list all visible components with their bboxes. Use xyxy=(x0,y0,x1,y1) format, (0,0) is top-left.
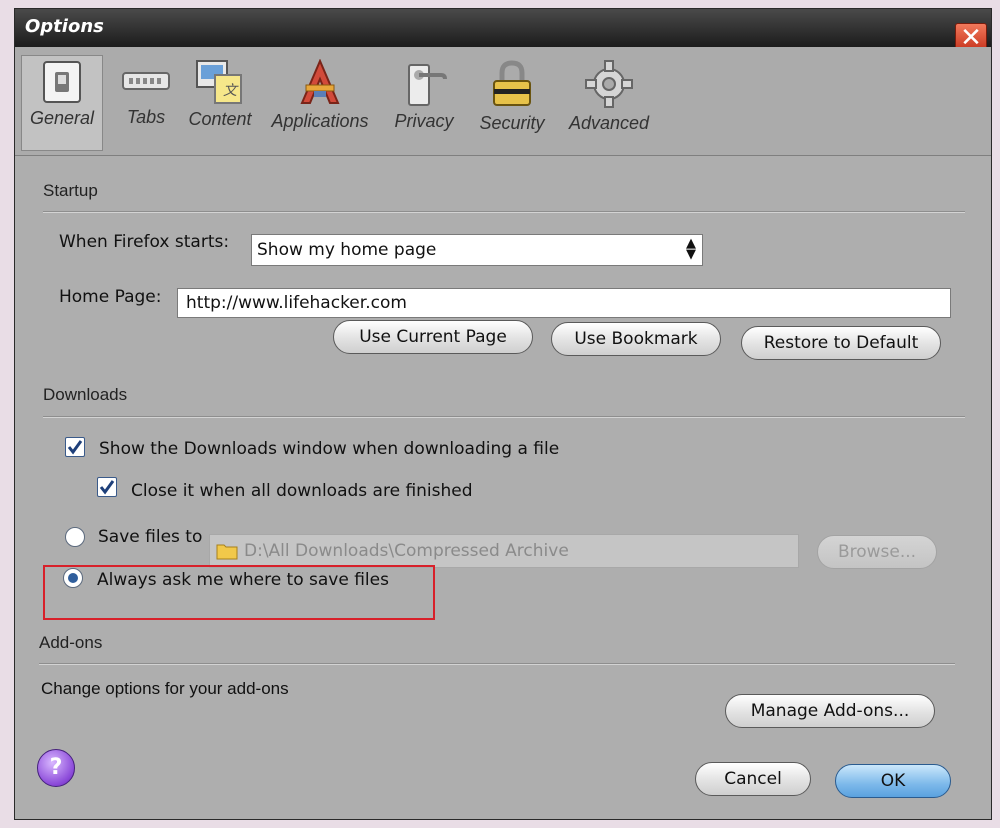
startup-heading: Startup xyxy=(43,181,98,200)
tab-general[interactable]: General xyxy=(21,55,103,151)
tab-security-label: Security xyxy=(479,113,545,133)
tab-tabs[interactable]: Tabs xyxy=(111,55,181,151)
addons-description: Change options for your add-ons xyxy=(41,679,289,698)
use-current-page-button[interactable]: Use Current Page xyxy=(333,320,533,354)
cancel-button[interactable]: Cancel xyxy=(695,762,811,796)
homepage-label: Home Page: xyxy=(59,287,162,307)
lock-icon xyxy=(493,60,531,106)
tab-advanced[interactable]: Advanced xyxy=(561,55,657,151)
show-downloads-label: Show the Downloads window when downloadi… xyxy=(99,439,560,459)
startup-select[interactable]: Show my home page ▲ ▼ xyxy=(251,234,703,266)
help-button[interactable]: ? xyxy=(37,749,75,787)
title-bar: Options ✕ xyxy=(15,9,991,53)
tab-tabs-label: Tabs xyxy=(126,107,166,127)
show-downloads-checkbox[interactable] xyxy=(65,437,85,457)
homepage-input[interactable]: http://www.lifehacker.com xyxy=(177,288,951,318)
highlight-annotation-box xyxy=(43,565,435,620)
save-files-to-radio[interactable] xyxy=(65,527,85,547)
homepage-value: http://www.lifehacker.com xyxy=(186,293,407,313)
addons-heading: Add-ons xyxy=(39,633,103,652)
addons-divider xyxy=(39,663,955,665)
tab-advanced-label: Advanced xyxy=(568,113,650,133)
tab-privacy[interactable]: Privacy xyxy=(383,55,465,151)
restore-to-default-button[interactable]: Restore to Default xyxy=(741,326,941,360)
browse-button[interactable]: Browse... xyxy=(817,535,937,569)
applications-icon xyxy=(300,59,340,104)
tab-applications-label: Applications xyxy=(271,111,369,131)
use-bookmark-button[interactable]: Use Bookmark xyxy=(551,322,721,356)
when-starts-label: When Firefox starts: xyxy=(59,232,230,252)
close-when-done-checkbox[interactable] xyxy=(97,477,117,497)
tab-security[interactable]: Security xyxy=(471,55,553,151)
tab-general-label: General xyxy=(29,108,95,128)
preference-tabs: General Tabs 文 Content Applications Priv… xyxy=(15,47,991,156)
downloads-heading: Downloads xyxy=(43,385,128,404)
downloads-divider xyxy=(43,416,965,418)
save-files-to-label: Save files to xyxy=(98,527,203,547)
checkmark-icon xyxy=(99,480,115,495)
download-folder-path: D:\All Downloads\Compressed Archive xyxy=(244,541,569,561)
privacy-icon xyxy=(408,64,447,106)
switch-icon xyxy=(43,61,81,103)
manage-addons-button[interactable]: Manage Add-ons... xyxy=(725,694,935,728)
options-window: Options ✕ General Tabs 文 Content Applica… xyxy=(14,8,992,820)
download-folder-field: D:\All Downloads\Compressed Archive xyxy=(209,534,799,568)
ok-button[interactable]: OK xyxy=(835,764,951,798)
startup-divider xyxy=(43,211,965,213)
tabs-icon xyxy=(122,72,170,90)
startup-select-value: Show my home page xyxy=(257,240,437,260)
content-icon: 文 xyxy=(196,60,242,104)
svg-text:文: 文 xyxy=(223,83,239,99)
window-title: Options xyxy=(25,16,104,37)
updown-arrow-icon: ▲ ▼ xyxy=(686,236,696,262)
tab-applications[interactable]: Applications xyxy=(265,55,375,151)
checkmark-icon xyxy=(67,440,83,455)
close-when-done-label: Close it when all downloads are finished xyxy=(131,481,473,501)
tab-privacy-label: Privacy xyxy=(394,111,454,131)
gear-icon xyxy=(585,60,633,108)
tab-content-label: Content xyxy=(188,109,252,129)
folder-icon xyxy=(216,544,238,560)
tab-content[interactable]: 文 Content xyxy=(185,55,255,151)
